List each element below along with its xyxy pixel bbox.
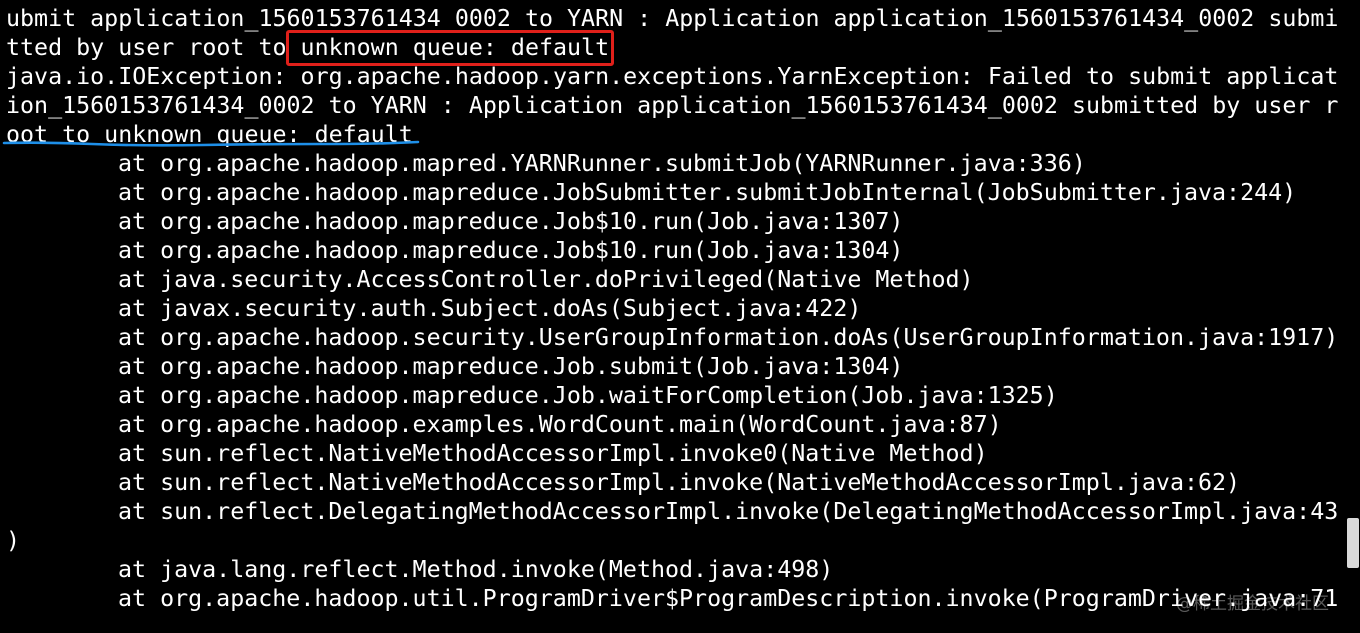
stack-trace-line: at java.lang.reflect.Method.invoke(Metho… <box>118 556 834 583</box>
stack-trace-line: at org.apache.hadoop.examples.WordCount.… <box>118 411 1002 438</box>
stack-trace-line: at org.apache.hadoop.mapreduce.Job$10.ru… <box>118 237 904 264</box>
stack-trace-line: at java.security.AccessController.doPriv… <box>118 266 974 293</box>
stack-trace-line: at org.apache.hadoop.mapreduce.Job.submi… <box>118 353 904 380</box>
stack-trace-line: at javax.security.auth.Subject.doAs(Subj… <box>118 295 862 322</box>
stack-trace-line: at sun.reflect.DelegatingMethodAccessorI… <box>118 498 1339 525</box>
stack-trace-line: at org.apache.hadoop.mapreduce.JobSubmit… <box>118 179 1297 206</box>
terminal-line: ion_1560153761434_0002 to YARN : Applica… <box>6 92 1339 119</box>
terminal-line: ubmit application_1560153761434_0002 to … <box>6 5 1339 32</box>
terminal-line: java.io.IOException: org.apache.hadoop.y… <box>6 63 1339 90</box>
stack-trace-line: at org.apache.hadoop.mapred.YARNRunner.s… <box>118 150 1086 177</box>
watermark: @稀土掘金技术社区 <box>1176 594 1329 614</box>
stack-trace-line: at sun.reflect.NativeMethodAccessorImpl.… <box>118 440 988 467</box>
blue-underline-annotation <box>2 140 420 147</box>
scrollbar-thumb[interactable] <box>1347 518 1359 568</box>
terminal-line: ) <box>6 527 21 554</box>
scrollbar[interactable] <box>1346 0 1360 633</box>
stack-trace-line: at org.apache.hadoop.mapreduce.Job$10.ru… <box>118 208 904 235</box>
stack-trace-line: at org.apache.hadoop.mapreduce.Job.waitF… <box>118 382 1058 409</box>
terminal-output[interactable]: ubmit application_1560153761434_0002 to … <box>0 0 1360 633</box>
stack-trace-line: at org.apache.hadoop.util.ProgramDriver$… <box>118 585 1339 612</box>
stack-trace-line: at org.apache.hadoop.security.UserGroupI… <box>118 324 1339 351</box>
red-highlight-box <box>286 30 614 66</box>
stack-trace-line: at sun.reflect.NativeMethodAccessorImpl.… <box>118 469 1241 496</box>
